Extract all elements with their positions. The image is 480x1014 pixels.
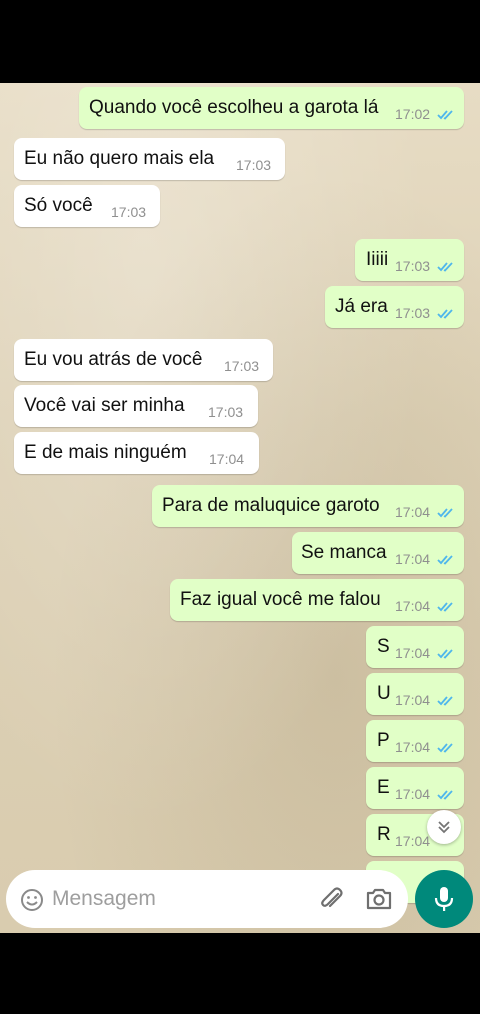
camera-icon[interactable] [365, 886, 393, 912]
message-time: 17:02 [395, 106, 431, 122]
message-bubble-incoming[interactable]: Eu não quero mais ela 17:03 [14, 138, 285, 180]
message-text: Só você [24, 195, 93, 216]
double-check-icon [437, 110, 453, 120]
message-time: 17:04 [395, 551, 431, 567]
message-text: Iiiii [366, 249, 389, 270]
message-time: 17:04 [395, 645, 431, 661]
message-bubble-outgoing[interactable]: Quando você escolheu a garota lá 17:02 [79, 87, 464, 129]
message-bubble-incoming[interactable]: Você vai ser minha 17:03 [14, 385, 258, 427]
paperclip-icon[interactable] [319, 885, 345, 913]
double-check-icon [437, 555, 453, 565]
message-time: 17:03 [208, 404, 244, 420]
message-time: 17:04 [209, 451, 245, 467]
message-text: Você vai ser minha [24, 395, 185, 416]
message-text: Eu não quero mais ela [24, 148, 215, 169]
message-text: E [377, 777, 390, 798]
message-bubble-incoming[interactable]: Eu vou atrás de você 17:03 [14, 339, 273, 381]
message-bubble-outgoing[interactable]: Se manca 17:04 [292, 532, 464, 574]
message-text: Já era [335, 296, 388, 317]
message-input[interactable]: Mensagem [52, 887, 156, 911]
message-text: Quando você escolheu a garota lá [89, 97, 379, 118]
message-time: 17:03 [395, 258, 431, 274]
double-check-icon [437, 696, 453, 706]
message-text: P [377, 730, 390, 751]
message-bubble-outgoing[interactable]: P 17:04 [366, 720, 464, 762]
double-check-icon [437, 602, 453, 612]
message-time: 17:03 [236, 157, 272, 173]
message-bubble-outgoing[interactable]: U 17:04 [366, 673, 464, 715]
chevron-double-down-icon [438, 821, 450, 834]
message-text: Eu vou atrás de você [24, 349, 203, 370]
voice-record-button[interactable] [415, 870, 473, 928]
message-text: Se manca [301, 542, 387, 563]
message-time: 17:04 [395, 692, 431, 708]
chat-area[interactable]: Quando você escolheu a garota lá 17:02 E… [0, 83, 480, 933]
message-time: 17:03 [224, 358, 260, 374]
message-bubble-outgoing[interactable]: Faz igual você me falou 17:04 [170, 579, 464, 621]
message-bubble-outgoing[interactable]: E 17:04 [366, 767, 464, 809]
message-time: 17:03 [395, 305, 431, 321]
double-check-icon [437, 262, 453, 272]
message-text: U [377, 683, 391, 704]
emoji-icon[interactable] [20, 888, 44, 912]
message-text: R [377, 824, 391, 845]
message-bubble-incoming[interactable]: Só você 17:03 [14, 185, 160, 227]
message-bubble-outgoing[interactable]: Para de maluquice garoto 17:04 [152, 485, 464, 527]
message-text: S [377, 636, 390, 657]
message-time: 17:04 [395, 739, 431, 755]
message-text: Para de maluquice garoto [162, 495, 380, 516]
message-bubble-outgoing[interactable]: Iiiii 17:03 [355, 239, 464, 281]
double-check-icon [437, 743, 453, 753]
message-text: E de mais ninguém [24, 442, 187, 463]
message-time: 17:04 [395, 786, 431, 802]
double-check-icon [437, 649, 453, 659]
scroll-to-bottom-button[interactable] [427, 810, 461, 844]
message-text: Faz igual você me falou [180, 589, 381, 610]
message-time: 17:03 [111, 204, 147, 220]
message-input-bar[interactable]: Mensagem [6, 870, 408, 928]
double-check-icon [437, 508, 453, 518]
message-time: 17:04 [395, 833, 431, 849]
double-check-icon [437, 309, 453, 319]
message-bubble-outgoing[interactable]: S 17:04 [366, 626, 464, 668]
microphone-icon [434, 887, 454, 911]
message-time: 17:04 [395, 598, 431, 614]
message-bubble-outgoing[interactable]: Já era 17:03 [325, 286, 464, 328]
double-check-icon [437, 790, 453, 800]
message-time: 17:04 [395, 504, 431, 520]
message-bubble-incoming[interactable]: E de mais ninguém 17:04 [14, 432, 259, 474]
